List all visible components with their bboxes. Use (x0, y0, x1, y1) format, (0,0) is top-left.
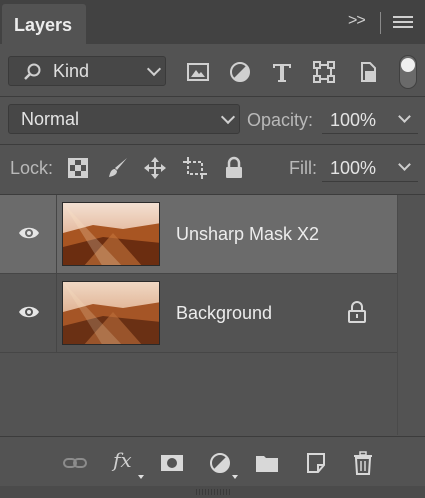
chevron-down-icon[interactable] (398, 158, 411, 171)
filter-kind-label: Kind (53, 61, 90, 81)
layer-row[interactable]: Unsharp Mask X2 (0, 195, 397, 273)
layer-thumbnail[interactable] (62, 202, 160, 266)
layer-thumbnail[interactable] (62, 281, 160, 345)
panel-title: Layers (14, 15, 73, 35)
scrollbar[interactable] (397, 195, 425, 435)
chevron-down-icon (220, 109, 236, 125)
row-separator (56, 195, 57, 273)
triangle-down-icon (138, 475, 144, 479)
lock-artboards-icon[interactable] (183, 156, 207, 180)
tab-layers[interactable]: Layers (2, 4, 86, 44)
eye-icon[interactable] (18, 224, 40, 242)
blend-mode-select[interactable]: Normal (8, 104, 240, 134)
new-layer-icon[interactable] (304, 451, 328, 475)
shape-layer-filter-icon[interactable] (312, 60, 336, 84)
lock-image-pixels-icon[interactable] (106, 156, 130, 180)
layer-name[interactable]: Unsharp Mask X2 (176, 224, 319, 245)
panel-header: Layers >> (0, 0, 425, 44)
new-group-folder-icon[interactable] (255, 451, 279, 475)
adjustment-layer-filter-icon[interactable] (228, 60, 252, 84)
layer-style-button[interactable]: fx (113, 448, 132, 472)
resize-grip[interactable] (0, 486, 425, 498)
filter-toggle-switch[interactable] (399, 55, 417, 89)
link-layers-icon[interactable] (63, 451, 87, 475)
row-divider (0, 352, 397, 353)
layer-name[interactable]: Background (176, 303, 272, 324)
trash-icon[interactable] (351, 451, 375, 475)
opacity-value: 100% (330, 110, 377, 130)
layer-row[interactable]: Background (0, 274, 397, 352)
eye-icon[interactable] (18, 303, 40, 321)
blend-mode-value: Normal (21, 109, 80, 129)
lock-all-icon[interactable] (222, 156, 246, 180)
lock-position-icon[interactable] (143, 156, 167, 180)
add-mask-icon[interactable] (160, 451, 184, 475)
lock-label: Lock: (10, 158, 54, 178)
filter-kind-select[interactable]: Kind (8, 56, 166, 86)
panel-menu-icon[interactable] (393, 16, 413, 30)
divider (0, 96, 425, 97)
opacity-input[interactable]: 100% (322, 104, 418, 134)
lock-transparent-pixels-icon[interactable] (66, 156, 90, 180)
lock-icon (348, 301, 366, 323)
collapse-panel-button[interactable]: >> (348, 12, 366, 30)
layers-list: Unsharp Mask X2 Background (0, 195, 397, 435)
layers-panel: Layers >> Kind Normal Opacity: 100% Lock… (0, 0, 425, 498)
header-separator (380, 12, 381, 34)
opacity-label: Opacity: (247, 110, 314, 130)
search-icon (24, 63, 41, 80)
divider (0, 144, 425, 145)
fill-label: Fill: (289, 158, 317, 178)
row-separator (56, 274, 57, 352)
chevron-down-icon (146, 61, 162, 77)
type-layer-filter-icon[interactable] (270, 60, 294, 84)
pixel-layer-filter-icon[interactable] (186, 60, 210, 84)
panel-footer: fx (0, 436, 425, 486)
triangle-down-icon (232, 475, 238, 479)
new-adjustment-layer-icon[interactable] (208, 451, 232, 475)
fill-input[interactable]: 100% (322, 152, 418, 182)
smart-object-filter-icon[interactable] (356, 60, 380, 84)
fill-value: 100% (330, 158, 377, 178)
chevron-down-icon[interactable] (398, 110, 411, 123)
